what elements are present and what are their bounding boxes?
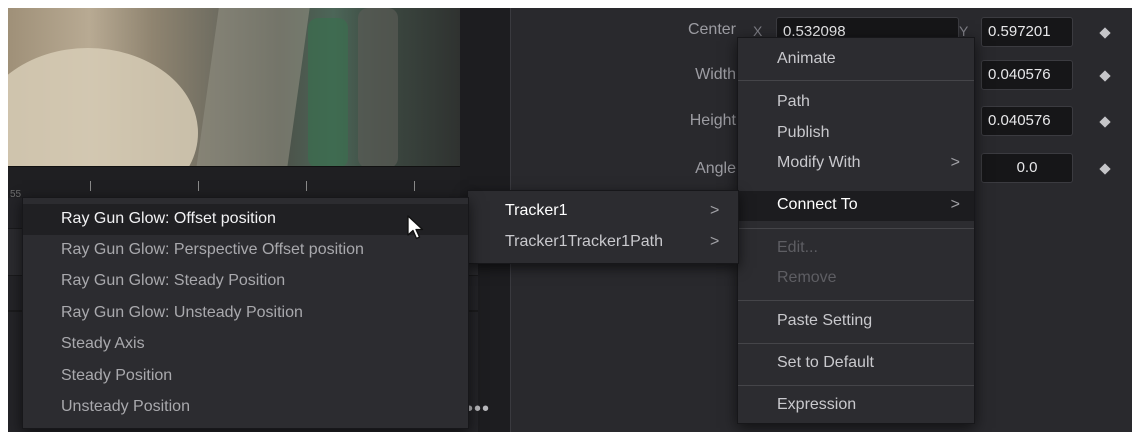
submenu-item-tracker1-path[interactable]: Tracker1Tracker1Path > — [468, 228, 738, 258]
center-y-field[interactable]: 0.597201 — [981, 17, 1073, 47]
menu-item-set-to-default[interactable]: Set to Default — [738, 349, 974, 379]
menu-item-modify-with[interactable]: Modify With > — [738, 149, 974, 179]
mouse-cursor-icon — [407, 215, 424, 240]
height-label: Height — [689, 112, 736, 129]
menu-separator — [738, 385, 974, 386]
chevron-right-icon: > — [950, 196, 960, 213]
angle-label: Angle — [695, 160, 736, 177]
ruler-tick — [306, 181, 307, 191]
list-item-steady-position-glow[interactable]: Ray Gun Glow: Steady Position — [23, 266, 468, 297]
menu-item-publish[interactable]: Publish — [738, 119, 974, 149]
list-item-steady-position[interactable]: Steady Position — [23, 361, 468, 392]
width-field[interactable]: 0.040576 — [981, 60, 1073, 90]
list-item-steady-axis[interactable]: Steady Axis — [23, 329, 468, 360]
ruler-tick — [198, 181, 199, 191]
menu-separator — [738, 228, 974, 229]
context-menu: Animate Path Publish Modify With > Connec… — [737, 37, 975, 424]
app-frame: 55 ••• Center X 0.532098 Y 0.597201 Widt… — [8, 8, 1132, 432]
chevron-right-icon: > — [710, 202, 720, 219]
menu-separator — [738, 300, 974, 301]
menu-separator — [738, 343, 974, 344]
timeline-ruler[interactable]: 55 — [8, 166, 460, 200]
angle-field[interactable]: 0.0 — [981, 153, 1073, 183]
menu-item-edit: Edit... — [777, 239, 818, 256]
height-field[interactable]: 0.040576 — [981, 106, 1073, 136]
connect-target-list: Ray Gun Glow: Offset position Ray Gun Gl… — [22, 197, 469, 429]
chevron-right-icon: > — [710, 233, 720, 250]
menu-item-paste-setting[interactable]: Paste Setting — [738, 307, 974, 337]
list-item-perspective-offset[interactable]: Ray Gun Glow: Perspective Offset positio… — [23, 235, 468, 266]
menu-item-expression[interactable]: Expression — [738, 391, 974, 421]
width-label: Width — [695, 66, 736, 83]
list-item-offset-position[interactable]: Ray Gun Glow: Offset position — [23, 204, 468, 235]
list-item-unsteady-position-glow[interactable]: Ray Gun Glow: Unsteady Position — [23, 298, 468, 329]
center-label: Center — [687, 21, 736, 38]
ruler-tick — [90, 181, 91, 191]
menu-item-connect-to[interactable]: Connect To > — [738, 191, 974, 221]
menu-item-animate[interactable]: Animate — [738, 45, 974, 75]
submenu-item-tracker1[interactable]: Tracker1 > — [468, 197, 738, 227]
viewer-image — [8, 8, 460, 166]
list-item-unsteady-position[interactable]: Unsteady Position — [23, 392, 468, 423]
ruler-tick — [414, 181, 415, 191]
chevron-right-icon: > — [950, 154, 960, 171]
menu-item-path[interactable]: Path — [738, 88, 974, 118]
menu-separator — [738, 80, 974, 81]
menu-item-remove: Remove — [777, 269, 837, 286]
connect-to-submenu: Tracker1 > Tracker1Tracker1Path > — [467, 190, 739, 264]
more-options-button[interactable]: ••• — [466, 398, 490, 421]
